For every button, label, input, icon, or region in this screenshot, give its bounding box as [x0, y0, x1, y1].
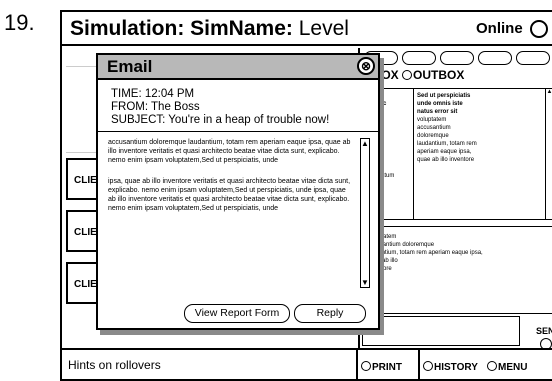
title-bar: Simulation: SimName: Level Online [62, 12, 552, 46]
hints-text: Hints on rollovers [68, 358, 161, 372]
outbox-label: OUTBOX [413, 68, 465, 82]
menu-radio-icon [487, 361, 497, 371]
print-button[interactable]: PRINT [356, 350, 418, 379]
scroll-up-arrow-icon[interactable]: ▲ [361, 139, 369, 148]
email-time: TIME: 12:04 PM [111, 88, 195, 100]
email-paragraph-1: accusantium doloremque laudantium, totam… [108, 139, 351, 164]
email-dialog: Email ⊗ TIME: 12:04 PM FROM: The Boss SU… [96, 53, 380, 330]
reply-button[interactable]: Reply [294, 304, 366, 323]
email-title: Email [107, 57, 153, 76]
online-status: Online [476, 20, 523, 37]
email-meta: TIME: 12:04 PM FROM: The Boss SUBJECT: Y… [111, 88, 329, 127]
message-preview: voluptatem accusantium doloremque laudan… [362, 226, 552, 314]
send-label: SEND [536, 326, 552, 336]
history-button[interactable]: HISTORY [418, 350, 484, 379]
email-paragraph-2: ipsa, quae ab illo inventore veritatis e… [108, 178, 351, 212]
close-icon[interactable]: ⊗ [357, 57, 375, 75]
scroll-up-icon[interactable]: ▲ [546, 89, 552, 95]
mail-tab-pill-4[interactable] [478, 51, 512, 65]
slide-number: 19. [4, 10, 35, 35]
mail-tab-pill-3[interactable] [440, 51, 474, 65]
history-label: HISTORY [434, 362, 478, 373]
history-radio-icon [423, 361, 433, 371]
email-scrollbar[interactable]: ▲ ▼ [360, 138, 370, 288]
mail-panel: NBOX OUTBOX Sed ut perspic unde omnis is… [358, 48, 552, 350]
footer-bar: Hints on rollovers PRINT HISTORY MENU [62, 348, 552, 379]
tab-outbox[interactable]: OUTBOX [402, 68, 464, 82]
outbox-radio-icon [402, 70, 413, 80]
message-list-col-2: Sed ut perspiciatis unde omnis iste natu… [417, 93, 477, 163]
menu-button[interactable]: MENU [484, 350, 552, 379]
email-body: accusantium doloremque laudantium, totam… [108, 138, 352, 291]
print-label: PRINT [372, 362, 402, 373]
window-title: Simulation: SimName: Level [70, 17, 349, 41]
message-list-scrollbar[interactable]: ▲ [545, 89, 552, 219]
window-title-level: Level [292, 17, 349, 40]
email-from: FROM: The Boss [111, 101, 200, 113]
online-status-icon[interactable] [530, 20, 548, 38]
mail-tab-pill-2[interactable] [402, 51, 436, 65]
menu-label: MENU [498, 362, 528, 373]
window-title-bold: Simulation: SimName: [70, 17, 293, 40]
compose-field[interactable] [362, 316, 520, 346]
view-report-form-button[interactable]: View Report Form [184, 304, 290, 323]
email-subject: SUBJECT: You're in a heap of trouble now… [111, 114, 330, 126]
email-header: Email ⊗ [98, 55, 378, 80]
message-list[interactable]: Sed ut perspic unde omnis iste natus err… [362, 88, 552, 220]
mail-tab-pill-5[interactable] [516, 51, 550, 65]
email-divider [98, 131, 378, 132]
scroll-down-arrow-icon[interactable]: ▼ [361, 278, 369, 287]
print-radio-icon [361, 361, 371, 371]
